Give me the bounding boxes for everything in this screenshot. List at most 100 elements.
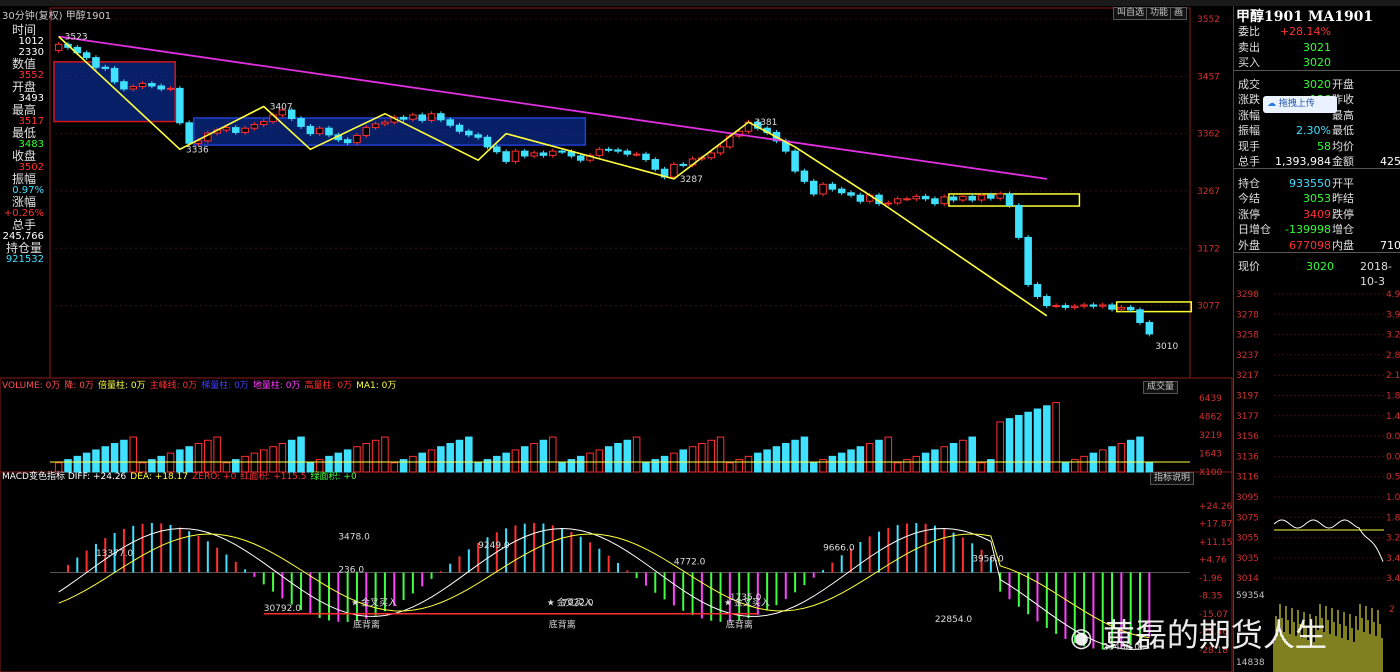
candle-body <box>92 57 100 68</box>
volume-bar <box>698 442 706 473</box>
candle-body <box>1015 204 1023 238</box>
mini-price-label: 3156 <box>1236 432 1259 442</box>
mini-price-label: 3035 <box>1236 554 1259 564</box>
quote-row-key2: 跌停 <box>1332 207 1354 221</box>
upload-button[interactable]: ☁ 拖拽上传 <box>1263 96 1337 113</box>
candle-body <box>912 195 921 200</box>
volume-bar <box>828 455 837 473</box>
volume-bar <box>297 436 305 473</box>
candle-body <box>1033 283 1042 298</box>
volume-bar <box>959 439 967 473</box>
volume-tick-label: 4862 <box>1199 413 1222 423</box>
candle-body <box>343 139 352 144</box>
quote-row-key: 现手 <box>1238 139 1260 153</box>
indicator-help-button[interactable]: 指标说明 <box>1150 472 1195 485</box>
candle-body <box>138 83 147 88</box>
quote-label: 最低 <box>11 126 36 140</box>
mini-price-label: 3116 <box>1236 473 1259 483</box>
volume-bar <box>809 462 818 473</box>
volume-bar <box>912 455 921 473</box>
volume-bar <box>259 449 268 473</box>
volume-bar <box>1098 449 1107 473</box>
volume-bar <box>511 449 520 473</box>
quote-label: 最高 <box>11 103 36 117</box>
price-annotation: 3010 <box>1155 342 1178 352</box>
mini-price-label: 3075 <box>1236 513 1259 523</box>
candle-body <box>1061 305 1070 308</box>
candle-body <box>1136 309 1144 323</box>
volume-bar <box>474 462 482 473</box>
candle-body <box>996 193 1004 199</box>
buy-signal-label: 金叉买入 <box>557 597 593 609</box>
volume-bar <box>679 449 687 473</box>
volume-bar <box>940 446 949 473</box>
volume-indicator-button[interactable]: 成交量 <box>1143 381 1179 394</box>
candle-body <box>381 121 389 125</box>
quote-label: 收盘 <box>11 149 36 163</box>
candle-body <box>604 148 613 151</box>
symbol-label: 甲醇1901 <box>65 11 112 22</box>
candle-body <box>474 134 482 138</box>
mini-price-label: 3197 <box>1236 392 1259 402</box>
buy-signal-label: 金叉买入 <box>361 597 397 609</box>
candle-body <box>530 152 538 157</box>
candle-body <box>315 127 324 135</box>
volume-tick-label: X100 <box>1199 468 1223 478</box>
price-tick-label: 3267 <box>1197 187 1220 197</box>
weibo-icon: ◉ <box>1070 623 1093 653</box>
candle-body <box>399 116 408 120</box>
cloud-icon: ☁ <box>1267 99 1276 109</box>
quote-row-value2: 425 <box>1380 155 1400 168</box>
function-button[interactable]: 功能 <box>1146 7 1173 20</box>
draw-button[interactable]: 画 <box>1170 7 1188 20</box>
volume-bar <box>614 442 622 473</box>
quote-label: 时间 <box>11 23 36 37</box>
volume-bar <box>232 459 240 473</box>
candle-body <box>427 113 436 121</box>
volume-bar <box>222 462 231 473</box>
mini-pct-label: 4.9 <box>1386 290 1400 300</box>
quote-row-key2: 均价 <box>1332 139 1354 153</box>
candle-body <box>455 124 464 132</box>
volume-bar <box>1136 436 1144 473</box>
volume-bar <box>847 449 855 473</box>
legend-item: DEA: +18.17 <box>130 472 189 482</box>
volume-bar <box>166 452 175 473</box>
quote-row-key2: 开盘 <box>1332 77 1354 91</box>
volume-bar <box>1015 414 1023 473</box>
candle-body <box>670 163 678 178</box>
macd-value-label: 9666.0 <box>823 544 855 554</box>
quote-row-key2: 金额 <box>1332 155 1354 168</box>
candle-body <box>353 134 361 144</box>
volume-bar <box>707 439 715 473</box>
candle-body <box>679 163 687 166</box>
quote-row-key2: 内盘 <box>1332 238 1354 252</box>
add-watchlist-button[interactable]: 叫自选 <box>1113 7 1149 20</box>
buy-signal-star: ★ <box>547 599 555 609</box>
price-annotation: 3381 <box>754 118 777 128</box>
candle-body <box>959 195 967 201</box>
buy-signal-star: ★ <box>724 599 732 609</box>
volume-bar <box>129 436 138 473</box>
candle-body <box>437 113 445 121</box>
watermark-text: 黄磊的期货人生 <box>1102 616 1327 654</box>
quote-row: 今结 3053 昨结 <box>1234 191 1400 206</box>
candle-body <box>819 183 827 195</box>
quote-row-value: 3053 <box>1303 192 1331 205</box>
candle-body <box>371 123 380 129</box>
candle-body <box>595 148 604 156</box>
volume-bar <box>744 455 753 473</box>
quote-row-key: 日增仓 <box>1238 223 1271 236</box>
volume-bar <box>819 459 827 473</box>
volume-bar <box>418 452 426 473</box>
candle-body <box>558 150 566 153</box>
quote-label: 总手 <box>11 218 36 232</box>
candle-body <box>632 153 641 156</box>
quote-row-key: 总手 <box>1238 155 1260 168</box>
candle-body <box>642 153 650 161</box>
volume-bar <box>716 436 725 473</box>
candle-body <box>623 150 632 155</box>
quote-row-key: 外盘 <box>1238 238 1260 252</box>
mini-price-label: 3258 <box>1236 331 1259 341</box>
macd-value-label: 22854.0 <box>935 615 972 625</box>
